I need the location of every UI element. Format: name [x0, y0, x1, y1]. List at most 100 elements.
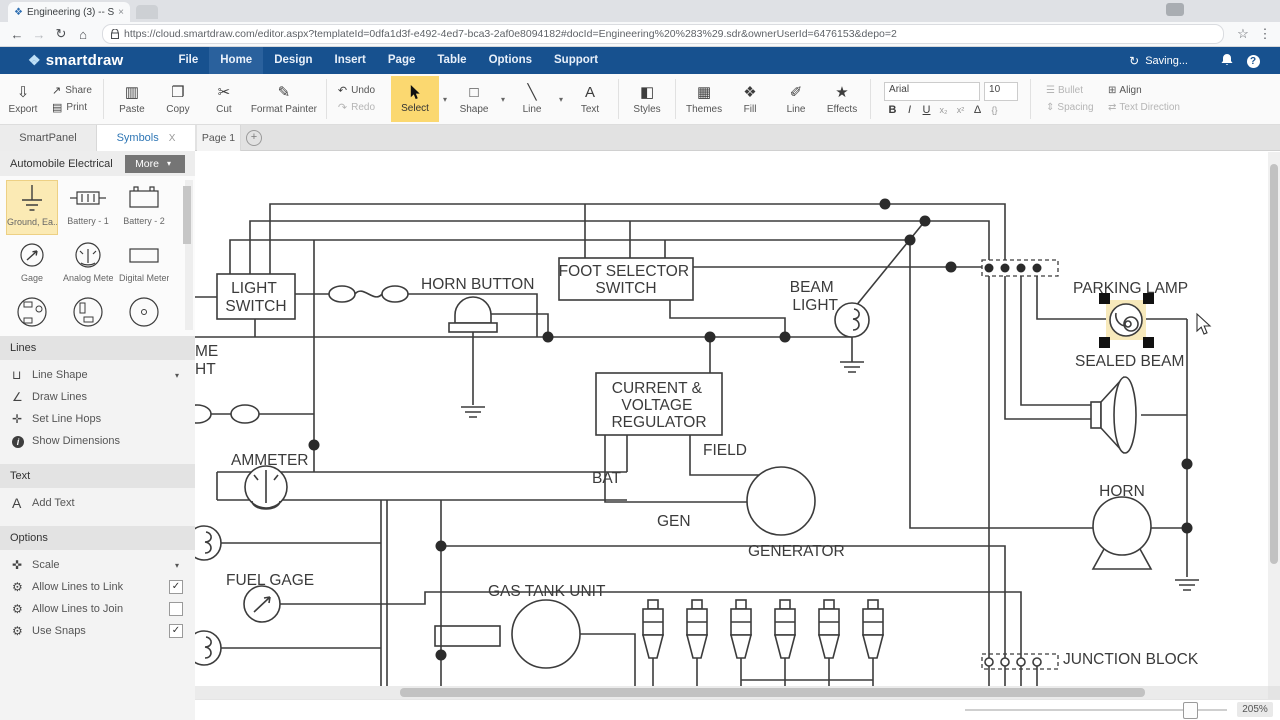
menu-design[interactable]: Design: [263, 47, 323, 74]
canvas-horizontal-scrollbar[interactable]: [195, 686, 1268, 699]
gas-tank-connector-box[interactable]: [435, 626, 500, 646]
forward-icon[interactable]: →: [28, 27, 50, 42]
parking-lamp-symbol-selected[interactable]: [1099, 293, 1154, 348]
label-gen[interactable]: GEN: [657, 513, 691, 530]
label-clipped-left[interactable]: ME HT: [195, 343, 223, 378]
share-button[interactable]: ↗ Share: [52, 82, 92, 99]
use-snaps-item[interactable]: ⚙ Use Snaps ✓: [0, 620, 195, 642]
line-style-button[interactable]: ✐ Line: [773, 76, 819, 122]
spacing-button[interactable]: ⇕ Spacing: [1046, 102, 1108, 113]
drawing-canvas[interactable]: LIGHT SWITCH HORN BUTTON FOOT SELECTOR S…: [195, 152, 1268, 686]
cut-button[interactable]: ✂ Cut: [201, 76, 247, 122]
symbols-close-icon[interactable]: X: [169, 133, 176, 144]
zoom-slider-handle[interactable]: [1183, 702, 1198, 719]
symbols-scrollbar-thumb[interactable]: [183, 186, 191, 244]
font-family-field[interactable]: Arial: [884, 82, 980, 101]
effects-button[interactable]: ★ Effects: [819, 76, 865, 122]
allow-lines-join-checkbox[interactable]: [169, 602, 183, 616]
spark-plug-connectors[interactable]: [643, 600, 883, 658]
menu-home[interactable]: Home: [209, 47, 263, 74]
allow-lines-link-item[interactable]: ⚙ Allow Lines to Link ✓: [0, 576, 195, 598]
symbol-distributor-2[interactable]: [62, 294, 114, 336]
gas-tank-symbol[interactable]: [512, 600, 580, 668]
horizontal-scrollbar-thumb[interactable]: [400, 688, 1145, 697]
add-text-item[interactable]: A Add Text: [0, 492, 195, 514]
draw-lines-item[interactable]: ∠ Draw Lines: [0, 386, 195, 408]
vertical-scrollbar-thumb[interactable]: [1270, 164, 1278, 564]
symbols-scrollbar[interactable]: [185, 180, 193, 330]
tab-symbols[interactable]: Symbols X: [97, 125, 195, 151]
scale-item[interactable]: ✜ Scale ▾: [0, 554, 195, 576]
horn-button-symbol[interactable]: [449, 297, 497, 332]
clipped-lamp-symbols[interactable]: [195, 526, 221, 665]
shape-caret-icon[interactable]: ▾: [497, 95, 509, 104]
junction-block-bottom[interactable]: [982, 654, 1058, 669]
allow-lines-join-item[interactable]: ⚙ Allow Lines to Join: [0, 598, 195, 620]
themes-button[interactable]: ▦ Themes: [681, 76, 727, 122]
label-beam-light[interactable]: BEAM LIGHT: [790, 279, 839, 314]
allow-lines-link-checkbox[interactable]: ✓: [169, 580, 183, 594]
menu-table[interactable]: Table: [426, 47, 477, 74]
label-horn[interactable]: HORN: [1099, 483, 1145, 500]
line-shape-item[interactable]: ⊔ Line Shape ▾: [0, 364, 195, 386]
subscript-button[interactable]: x₂: [935, 105, 952, 115]
ammeter-symbol[interactable]: [245, 466, 287, 509]
line-button[interactable]: ╲ Line: [509, 76, 555, 122]
symbol-analog-meter[interactable]: Analog Meter: [62, 237, 114, 292]
label-ammeter[interactable]: AMMETER: [231, 452, 309, 469]
format-painter-button[interactable]: ✎ Format Painter: [247, 76, 321, 122]
styles-button[interactable]: ◧ Styles: [624, 76, 670, 122]
export-button[interactable]: ⇩ Export: [0, 76, 46, 122]
symbol-distributor-1[interactable]: [6, 294, 58, 336]
symbol-battery-2[interactable]: Battery - 2: [118, 180, 170, 235]
paste-button[interactable]: ▥ Paste: [109, 76, 155, 122]
font-size-field[interactable]: 10: [984, 82, 1018, 101]
menu-insert[interactable]: Insert: [324, 47, 377, 74]
sealed-beam-symbol[interactable]: [1091, 377, 1136, 453]
select-caret-icon[interactable]: ▾: [439, 95, 451, 104]
text-button[interactable]: A Text: [567, 76, 613, 122]
bullet-button[interactable]: ☰ Bullet: [1046, 85, 1108, 96]
generator-symbol[interactable]: [747, 467, 815, 535]
add-page-button[interactable]: +: [241, 125, 267, 151]
symbol-digital-meter[interactable]: Digital Meter: [118, 237, 170, 292]
superscript-button[interactable]: x²: [952, 105, 969, 115]
symbol-distributor-3[interactable]: [118, 294, 170, 336]
canvas-vertical-scrollbar[interactable]: [1268, 152, 1280, 686]
redo-button[interactable]: ↷ Redo: [338, 99, 375, 116]
italic-button[interactable]: I: [901, 104, 918, 116]
notifications-bell-icon[interactable]: [1214, 53, 1240, 69]
use-snaps-checkbox[interactable]: ✓: [169, 624, 183, 638]
fill-button[interactable]: ❖ Fill: [727, 76, 773, 122]
label-sealed-beam[interactable]: SEALED BEAM: [1075, 353, 1184, 370]
align-button[interactable]: ⊞ Align: [1108, 85, 1170, 96]
browser-tab[interactable]: ❖ Engineering (3) -- Smart ×: [8, 2, 130, 22]
help-icon[interactable]: ?: [1240, 53, 1266, 68]
label-bat[interactable]: BAT: [592, 470, 622, 487]
label-parking-lamp[interactable]: PARKING LAMP: [1073, 280, 1188, 297]
home-icon[interactable]: ⌂: [72, 27, 94, 42]
select-tool-button[interactable]: Select: [391, 76, 439, 122]
menu-options[interactable]: Options: [478, 47, 543, 74]
beam-light-symbol[interactable]: [835, 303, 869, 337]
label-horn-button[interactable]: HORN BUTTON: [421, 276, 534, 293]
symbol-battery-1[interactable]: Battery - 1: [62, 180, 114, 235]
horn-symbol[interactable]: [1093, 497, 1151, 569]
more-button[interactable]: More▾: [125, 155, 185, 173]
undo-button[interactable]: ↶ Undo: [338, 82, 375, 99]
special-char-button[interactable]: {}: [986, 105, 1003, 115]
tab-smartpanel[interactable]: SmartPanel: [0, 125, 97, 151]
junction-block-top[interactable]: [982, 260, 1058, 276]
font-color-button[interactable]: Δ: [969, 104, 986, 116]
selection-handle[interactable]: [1099, 337, 1110, 348]
new-tab-button[interactable]: [136, 5, 158, 19]
reload-icon[interactable]: ↻: [50, 26, 72, 42]
tab-close-icon[interactable]: ×: [118, 7, 124, 18]
copy-button[interactable]: ❐ Copy: [155, 76, 201, 122]
browser-profile-icon[interactable]: [1166, 3, 1184, 16]
line-caret-icon[interactable]: ▾: [555, 95, 567, 104]
bold-button[interactable]: B: [884, 104, 901, 116]
menu-file[interactable]: File: [167, 47, 209, 74]
symbol-gage[interactable]: Gage: [6, 237, 58, 292]
symbol-ground[interactable]: Ground, Ea...: [6, 180, 58, 235]
